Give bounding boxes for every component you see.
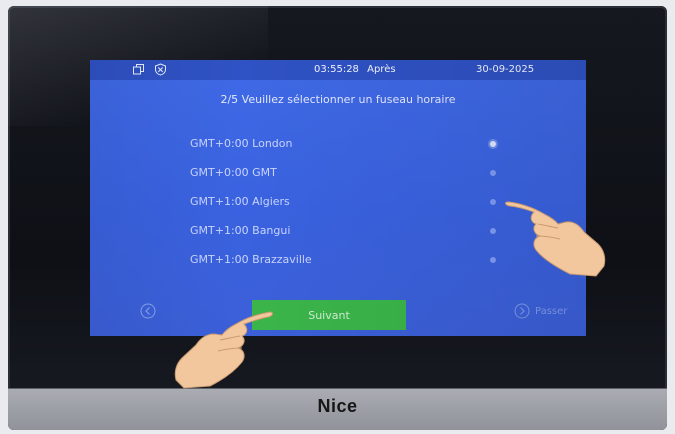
timezone-option-gmt[interactable]: GMT+0:00 GMT xyxy=(90,161,586,185)
shield-icon xyxy=(155,63,166,76)
timezone-option-london[interactable]: GMT+0:00 London xyxy=(90,132,586,156)
status-bar: 03:55:28 Après 30-09-2025 xyxy=(90,60,586,80)
clock-time: 03:55:28 xyxy=(314,64,359,75)
pointing-hand-right-icon xyxy=(505,201,606,277)
radio-unselected[interactable] xyxy=(490,199,496,205)
clock-period: Après xyxy=(367,64,396,75)
status-date: 30-09-2025 xyxy=(476,64,535,75)
next-button-label: Suivant xyxy=(308,308,350,322)
radio-selected[interactable] xyxy=(490,141,496,147)
brand-logo: Nice xyxy=(317,396,358,416)
back-arrow-icon[interactable] xyxy=(140,303,156,319)
status-icons xyxy=(132,63,167,76)
step-title: 2/5 Veuillez sélectionner un fuseau hora… xyxy=(220,93,456,106)
radio-unselected[interactable] xyxy=(490,257,496,263)
window-icon xyxy=(133,64,144,75)
status-time: 03:55:28 Après xyxy=(314,64,396,75)
timezone-label: GMT+0:00 London xyxy=(190,137,293,150)
device-bottom-bezel: Nice xyxy=(8,388,667,430)
pointing-hand-left-icon xyxy=(174,311,273,389)
forward-arrow-icon xyxy=(514,303,530,319)
timezone-label: GMT+1:00 Algiers xyxy=(190,195,290,208)
timezone-label: GMT+1:00 Bangui xyxy=(190,224,291,237)
timezone-label: GMT+1:00 Brazzaville xyxy=(190,253,312,266)
skip-button[interactable]: Passer xyxy=(514,303,567,319)
radio-unselected[interactable] xyxy=(490,228,496,234)
timezone-label: GMT+0:00 GMT xyxy=(190,166,277,179)
radio-unselected[interactable] xyxy=(490,170,496,176)
skip-label: Passer xyxy=(535,305,568,317)
